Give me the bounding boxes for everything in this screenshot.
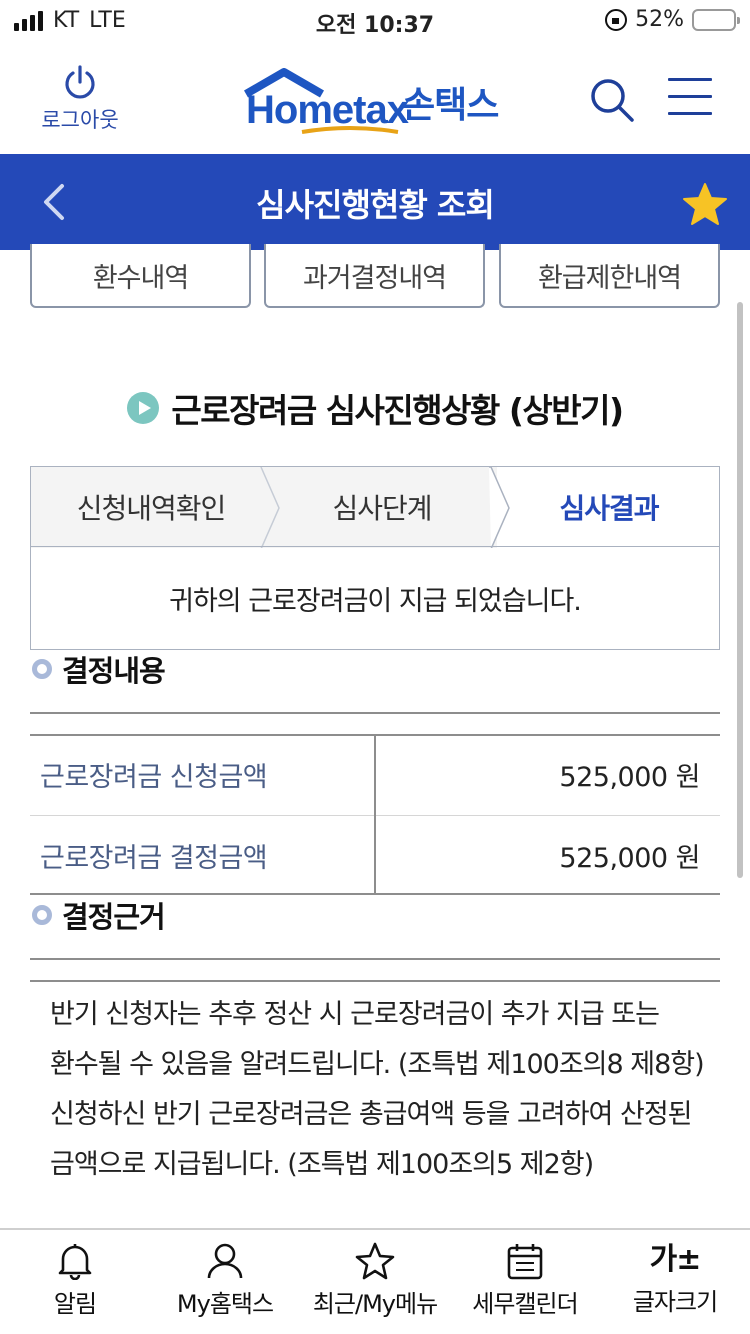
tab-label: 환급제한내역 bbox=[537, 262, 682, 294]
table-row: 근로장려금 결정금액 525,000 원 bbox=[30, 814, 720, 895]
menu-button[interactable] bbox=[668, 78, 712, 118]
row-value: 525,000 원 bbox=[559, 762, 700, 794]
favorite-star-icon[interactable] bbox=[682, 182, 728, 226]
nav-alerts[interactable]: 알림 bbox=[0, 1230, 150, 1334]
page-title: 심사진행현황 조회 bbox=[256, 186, 495, 224]
hometax-logo[interactable]: Hometax 손택스 bbox=[240, 68, 520, 138]
nav-label: 글자크기 bbox=[632, 1288, 718, 1316]
logout-button[interactable]: 로그아웃 bbox=[30, 64, 130, 134]
step-application-check: 신청내역확인 bbox=[76, 492, 227, 525]
font-size-icon: 가± bbox=[649, 1242, 702, 1277]
decision-heading: 결정내용 bbox=[32, 648, 166, 690]
hamburger-line bbox=[668, 95, 712, 98]
bell-icon bbox=[58, 1244, 92, 1280]
nav-label: 알림 bbox=[53, 1290, 97, 1318]
star-outline-icon bbox=[355, 1242, 395, 1280]
nav-recent-my-menu[interactable]: 최근/My메뉴 bbox=[300, 1230, 450, 1334]
tab-refund-recovery[interactable]: 환수내역 bbox=[30, 244, 251, 308]
search-button[interactable] bbox=[588, 76, 636, 124]
tab-refund-restrictions[interactable]: 환급제한내역 bbox=[499, 244, 720, 308]
row-label: 근로장려금 결정금액 bbox=[30, 814, 376, 895]
result-message: 귀하의 근로장려금이 지급 되었습니다. bbox=[30, 546, 720, 650]
rotation-lock-icon bbox=[605, 8, 628, 31]
status-bar: KT LTE 오전 10:37 52% bbox=[0, 0, 750, 40]
basis-text: 반기 신청자는 추후 정산 시 근로장려금이 추가 지급 또는 환수될 수 있음… bbox=[50, 999, 705, 1180]
result-message-text: 귀하의 근로장려금이 지급 되었습니다. bbox=[169, 585, 582, 617]
logo-kr-text: 손택스 bbox=[402, 85, 499, 126]
basis-heading: 결정근거 bbox=[32, 894, 166, 936]
hamburger-line bbox=[668, 112, 712, 115]
divider bbox=[30, 980, 720, 982]
nav-label: 세무캘린더 bbox=[472, 1290, 578, 1318]
decision-title: 결정내용 bbox=[62, 654, 166, 688]
nav-label: My홈택스 bbox=[176, 1290, 274, 1318]
tab-label: 과거결정내역 bbox=[302, 262, 447, 294]
battery-icon bbox=[692, 8, 740, 31]
progress-steps: 신청내역확인 심사단계 심사결과 bbox=[30, 466, 720, 548]
decision-table: 근로장려금 신청금액 525,000 원 근로장려금 결정금액 525,000 … bbox=[30, 735, 720, 895]
hamburger-line bbox=[668, 78, 712, 81]
battery-percent: 52% bbox=[635, 7, 684, 32]
row-value: 525,000 원 bbox=[375, 814, 720, 895]
row-label: 근로장려금 신청금액 bbox=[30, 735, 376, 815]
circle-bullet-icon bbox=[32, 905, 52, 925]
search-icon bbox=[591, 79, 634, 122]
nav-label: 최근/My메뉴 bbox=[312, 1290, 438, 1318]
bottom-nav: 알림 My홈택스 최근/My메뉴 세무캘린더 가± 글자크기 bbox=[0, 1228, 750, 1334]
basis-title: 결정근거 bbox=[62, 900, 166, 934]
play-bullet-icon bbox=[127, 392, 160, 424]
logout-label: 로그아웃 bbox=[41, 108, 119, 132]
person-icon bbox=[207, 1243, 243, 1279]
divider bbox=[30, 958, 720, 960]
power-icon bbox=[65, 65, 95, 99]
tab-label: 환수내역 bbox=[92, 262, 189, 294]
nav-tax-calendar[interactable]: 세무캘린더 bbox=[450, 1230, 600, 1334]
nav-my-hometax[interactable]: My홈택스 bbox=[150, 1230, 300, 1334]
logo-swoosh-icon bbox=[301, 126, 399, 134]
divider bbox=[30, 712, 720, 714]
page-titlebar: 심사진행현황 조회 bbox=[0, 154, 750, 250]
table-row: 근로장려금 신청금액 525,000 원 bbox=[30, 735, 720, 815]
section-title: 근로장려금 심사진행상황 (상반기) bbox=[171, 391, 624, 430]
tab-past-decisions[interactable]: 과거결정내역 bbox=[264, 244, 485, 308]
step-review: 심사단계 bbox=[332, 492, 432, 525]
circle-bullet-icon bbox=[32, 659, 52, 679]
app-header: 로그아웃 Hometax 손택스 bbox=[0, 40, 750, 154]
calendar-icon bbox=[507, 1244, 543, 1280]
nav-font-size[interactable]: 가± 글자크기 bbox=[600, 1230, 750, 1334]
section-heading: 근로장려금 심사진행상황 (상반기) bbox=[0, 384, 750, 432]
step-result: 심사결과 bbox=[559, 492, 659, 525]
